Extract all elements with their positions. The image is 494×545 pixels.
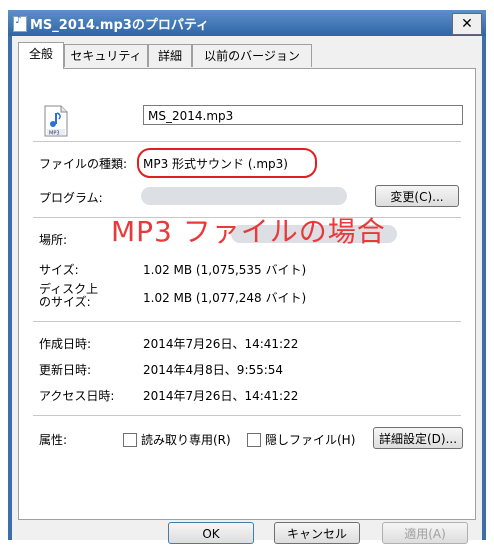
advanced-button[interactable]: 詳細設定(D)... xyxy=(373,427,463,449)
dialog-body: 全般 セキュリティ 詳細 以前のバージョン MP3 MS_2014.mp3 ファ… xyxy=(12,36,482,544)
tab-general[interactable]: 全般 xyxy=(18,42,64,69)
disk-size-value: 1.02 MB (1,077,248 バイト) xyxy=(143,291,307,305)
readonly-label[interactable]: 読み取り専用(R) xyxy=(141,431,231,448)
properties-window: MS_2014.mp3のプロパティ ✕ 全般 セキュリティ 詳細 以前のバージョ… xyxy=(8,10,486,544)
created-value: 2014年7月26日、14:41:22 xyxy=(143,337,299,351)
readonly-checkbox[interactable] xyxy=(123,433,137,447)
ok-button[interactable]: OK xyxy=(168,522,254,544)
program-value-redacted xyxy=(141,187,347,205)
tab-previous-versions[interactable]: 以前のバージョン xyxy=(192,44,312,67)
mp3-file-icon: MP3 xyxy=(44,105,68,137)
accessed-value: 2014年7月26日、14:41:22 xyxy=(143,389,299,403)
window-title: MS_2014.mp3のプロパティ xyxy=(30,18,210,33)
tab-details[interactable]: 詳細 xyxy=(148,44,192,67)
change-button[interactable]: 変更(C)... xyxy=(375,185,459,207)
accessed-label: アクセス日時: xyxy=(39,389,115,403)
mp3-file-icon xyxy=(13,15,27,32)
annotation-overlay-text: MP3 ファイルの場合 xyxy=(111,215,386,248)
attributes-label: 属性: xyxy=(39,433,68,447)
close-button[interactable]: ✕ xyxy=(452,13,482,35)
svg-text:MP3: MP3 xyxy=(49,131,60,137)
modified-label: 更新日時: xyxy=(39,363,92,377)
hidden-label[interactable]: 隠しファイル(H) xyxy=(265,431,355,448)
divider xyxy=(33,415,461,417)
divider xyxy=(33,141,461,143)
disk-size-label-line2: のサイズ: xyxy=(39,295,91,309)
program-label: プログラム: xyxy=(39,191,103,205)
hidden-checkbox[interactable] xyxy=(247,433,261,447)
highlight-circle xyxy=(137,148,317,178)
file-name-field[interactable]: MS_2014.mp3 xyxy=(143,105,463,125)
tab-security[interactable]: セキュリティ xyxy=(64,44,148,67)
general-panel: MP3 MS_2014.mp3 ファイルの種類: MP3 形式サウンド (.mp… xyxy=(18,68,476,520)
title-bar[interactable]: MS_2014.mp3のプロパティ ✕ xyxy=(8,10,486,36)
cancel-button[interactable]: キャンセル xyxy=(274,522,360,544)
location-label: 場所: xyxy=(39,233,68,247)
divider xyxy=(33,321,461,323)
modified-value: 2014年4月8日、9:55:54 xyxy=(143,363,284,377)
size-value: 1.02 MB (1,075,535 バイト) xyxy=(143,263,307,277)
size-label: サイズ: xyxy=(39,263,79,277)
created-label: 作成日時: xyxy=(39,337,92,351)
disk-size-label: ディスク上 のサイズ: xyxy=(39,283,98,309)
apply-button[interactable]: 適用(A) xyxy=(382,522,468,544)
file-type-label: ファイルの種類: xyxy=(39,157,128,171)
